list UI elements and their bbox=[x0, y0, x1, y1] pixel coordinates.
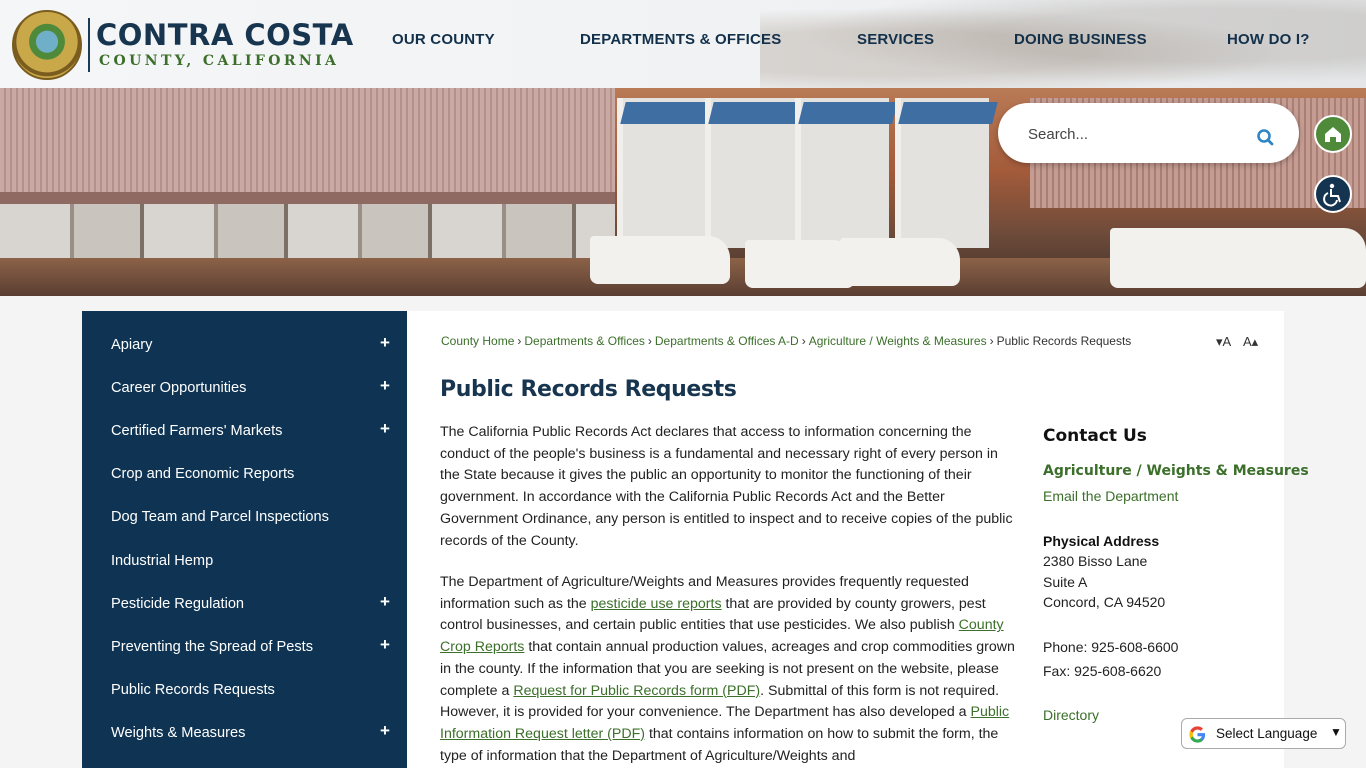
sidebar-item-preventing-pests[interactable]: Preventing the Spread of Pests + bbox=[82, 627, 407, 670]
contact-fax: Fax: 925-608-6620 bbox=[1043, 663, 1162, 679]
sidebar-item-label[interactable]: Apiary bbox=[111, 337, 152, 353]
nav-departments-offices[interactable]: DEPARTMENTS & OFFICES bbox=[580, 31, 781, 51]
banner-boat-shed bbox=[895, 98, 998, 248]
sidebar-item-apiary[interactable]: Apiary + bbox=[82, 325, 407, 368]
font-decrease-button[interactable]: ▾A bbox=[1216, 334, 1231, 350]
pesticide-use-reports-link[interactable]: pesticide use reports bbox=[591, 596, 722, 612]
county-seal-logo[interactable] bbox=[12, 10, 82, 80]
sidebar-item-crop-reports[interactable]: Crop and Economic Reports bbox=[82, 454, 407, 497]
expand-plus-icon[interactable]: + bbox=[380, 419, 390, 439]
logo-title[interactable]: CONTRA COSTA bbox=[96, 18, 354, 52]
contact-heading: Contact Us bbox=[1043, 426, 1147, 446]
sidebar-item-label[interactable]: Weights & Measures bbox=[111, 725, 245, 741]
expand-plus-icon[interactable]: + bbox=[380, 635, 390, 655]
banner-boat bbox=[1110, 228, 1366, 288]
language-select[interactable]: Select Language ▼ bbox=[1181, 718, 1346, 749]
banner-boat-shed bbox=[617, 98, 720, 248]
records-paragraph: The Department of Agriculture/Weights an… bbox=[440, 574, 1015, 764]
sidebar-item-label[interactable]: Public Records Requests bbox=[111, 682, 275, 698]
sidebar-item-farmers-markets[interactable]: Certified Farmers' Markets + bbox=[82, 411, 407, 454]
breadcrumb-link[interactable]: County Home bbox=[441, 334, 514, 348]
breadcrumb-link[interactable]: Departments & Offices A-D bbox=[655, 334, 799, 348]
sidebar-item-label[interactable]: Dog Team and Parcel Inspections bbox=[111, 509, 329, 525]
directory-link[interactable]: Directory bbox=[1043, 707, 1099, 723]
sidebar-item-label[interactable]: Career Opportunities bbox=[111, 380, 246, 396]
nav-our-county[interactable]: OUR COUNTY bbox=[392, 31, 495, 51]
chevron-down-icon[interactable]: ▼ bbox=[1330, 725, 1342, 739]
expand-plus-icon[interactable]: + bbox=[380, 592, 390, 612]
sidebar-item-label[interactable]: Industrial Hemp bbox=[111, 553, 213, 569]
sidebar-item-public-records[interactable]: Public Records Requests bbox=[82, 670, 407, 713]
sidebar-item-label[interactable]: Crop and Economic Reports bbox=[111, 466, 294, 482]
banner-houseboat-roof bbox=[0, 88, 615, 204]
banner-boat-shed bbox=[705, 98, 808, 248]
sidebar-nav: Apiary + Career Opportunities + Certifie… bbox=[82, 311, 407, 768]
site-header: CONTRA COSTA COUNTY, CALIFORNIA OUR COUN… bbox=[0, 0, 1366, 88]
contact-phone: Phone: 925-608-6600 bbox=[1043, 639, 1179, 655]
search-button[interactable] bbox=[1254, 125, 1278, 149]
email-department-link[interactable]: Email the Department bbox=[1043, 488, 1178, 504]
sidebar-item-label[interactable]: Preventing the Spread of Pests bbox=[111, 639, 313, 655]
sidebar-item-label[interactable]: Certified Farmers' Markets bbox=[111, 423, 282, 439]
wheelchair-icon bbox=[1323, 183, 1341, 207]
search-icon bbox=[1257, 129, 1274, 146]
sidebar-item-career-opportunities[interactable]: Career Opportunities + bbox=[82, 368, 407, 411]
search-input[interactable] bbox=[1028, 123, 1248, 145]
sidebar-item-industrial-hemp[interactable]: Industrial Hemp bbox=[82, 541, 407, 584]
breadcrumb-current: Public Records Requests bbox=[996, 334, 1132, 348]
expand-plus-icon[interactable]: + bbox=[380, 333, 390, 353]
nav-how-do-i[interactable]: HOW DO I? bbox=[1227, 31, 1310, 51]
font-increase-button[interactable]: A▴ bbox=[1243, 334, 1258, 350]
banner-boat-shed bbox=[795, 98, 898, 248]
banner-boat bbox=[745, 240, 855, 288]
sidebar-item-pesticide-regulation[interactable]: Pesticide Regulation + bbox=[82, 584, 407, 627]
accessibility-button[interactable] bbox=[1314, 175, 1352, 213]
home-icon bbox=[1325, 127, 1341, 142]
address-label: Physical Address bbox=[1043, 533, 1160, 549]
sidebar-item-label[interactable]: Pesticide Regulation bbox=[111, 596, 244, 612]
address-line: Concord, CA 94520 bbox=[1043, 594, 1166, 610]
logo-divider bbox=[88, 18, 90, 72]
logo-subtitle[interactable]: COUNTY, CALIFORNIA bbox=[99, 53, 339, 69]
nav-doing-business[interactable]: DOING BUSINESS bbox=[1014, 31, 1147, 51]
address-line: Suite A bbox=[1043, 574, 1088, 590]
google-icon bbox=[1189, 726, 1206, 743]
address-line: 2380 Bisso Lane bbox=[1043, 553, 1148, 569]
page-title: Public Records Requests bbox=[440, 377, 737, 402]
intro-paragraph: The California Public Records Act declar… bbox=[440, 424, 1013, 549]
banner-boat bbox=[590, 236, 730, 284]
search-box bbox=[998, 103, 1299, 163]
home-button[interactable] bbox=[1314, 115, 1352, 153]
contact-department-link[interactable]: Agriculture / Weights & Measures bbox=[1043, 463, 1309, 479]
breadcrumb-link[interactable]: Agriculture / Weights & Measures bbox=[809, 334, 987, 348]
expand-plus-icon[interactable]: + bbox=[380, 376, 390, 396]
sidebar-item-dog-team[interactable]: Dog Team and Parcel Inspections bbox=[82, 497, 407, 540]
language-select-label[interactable]: Select Language bbox=[1216, 726, 1317, 741]
breadcrumb: County Home › Departments & Offices › Depart… bbox=[441, 334, 1132, 348]
breadcrumb-link[interactable]: Departments & Offices bbox=[524, 334, 645, 348]
request-form-pdf-link[interactable]: Request for Public Records form (PDF) bbox=[513, 683, 760, 699]
expand-plus-icon[interactable]: + bbox=[380, 721, 390, 741]
sidebar-item-weights-measures[interactable]: Weights & Measures + bbox=[82, 713, 407, 756]
banner-boat bbox=[840, 238, 960, 286]
nav-services[interactable]: SERVICES bbox=[857, 31, 934, 51]
